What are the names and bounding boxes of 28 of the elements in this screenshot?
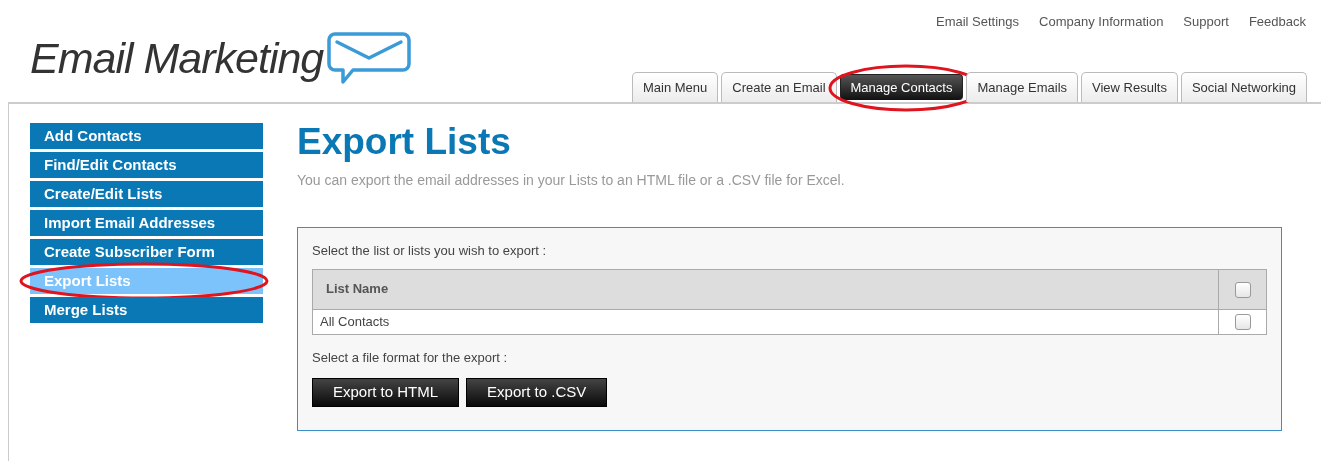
checkbox[interactable] <box>1234 314 1251 331</box>
header-link[interactable]: Email Settings <box>936 12 1020 32</box>
page-title: Export Lists <box>297 123 512 160</box>
export-button[interactable]: Export to HTML <box>312 378 460 407</box>
page-description: You can export the email addresses in your Lists to an HTML file or a .CSV file for Excel. <box>297 171 846 190</box>
nav-tab[interactable]: Main Menu <box>632 72 719 102</box>
header-link[interactable]: Feedback <box>1248 12 1306 32</box>
export-button[interactable]: Export to .CSV <box>466 378 608 407</box>
column-header: List Name <box>312 269 1219 309</box>
speech-bubble-envelope-icon <box>327 32 412 84</box>
nav-tab[interactable]: Manage Emails <box>966 72 1079 102</box>
format-prompt: Select a file format for the export : <box>312 348 509 367</box>
checkbox[interactable] <box>1234 281 1251 298</box>
sidebar-item[interactable]: Add Contacts <box>30 123 263 149</box>
sidebar-item[interactable]: Merge Lists <box>30 297 263 323</box>
logo-text: Email Marketing <box>30 36 324 80</box>
sidebar-item[interactable]: Create/Edit Lists <box>30 181 263 207</box>
nav-tab[interactable]: Social Networking <box>1180 72 1307 102</box>
nav-tab[interactable]: View Results <box>1081 72 1178 102</box>
header-link[interactable]: Support <box>1183 12 1229 32</box>
nav-tab[interactable]: Create an Email <box>721 72 837 102</box>
table-cell: All Contacts <box>312 309 1219 334</box>
sidebar-item[interactable]: Import Email Addresses <box>30 210 263 236</box>
sidebar-item[interactable]: Create Subscriber Form <box>30 239 263 265</box>
list-prompt: Select the list or lists you wish to export : <box>312 242 548 260</box>
nav-tab[interactable]: Manage Contacts <box>839 74 964 100</box>
sidebar-item[interactable]: Find/Edit Contacts <box>30 152 263 178</box>
header-link[interactable]: Company Information <box>1039 12 1164 32</box>
